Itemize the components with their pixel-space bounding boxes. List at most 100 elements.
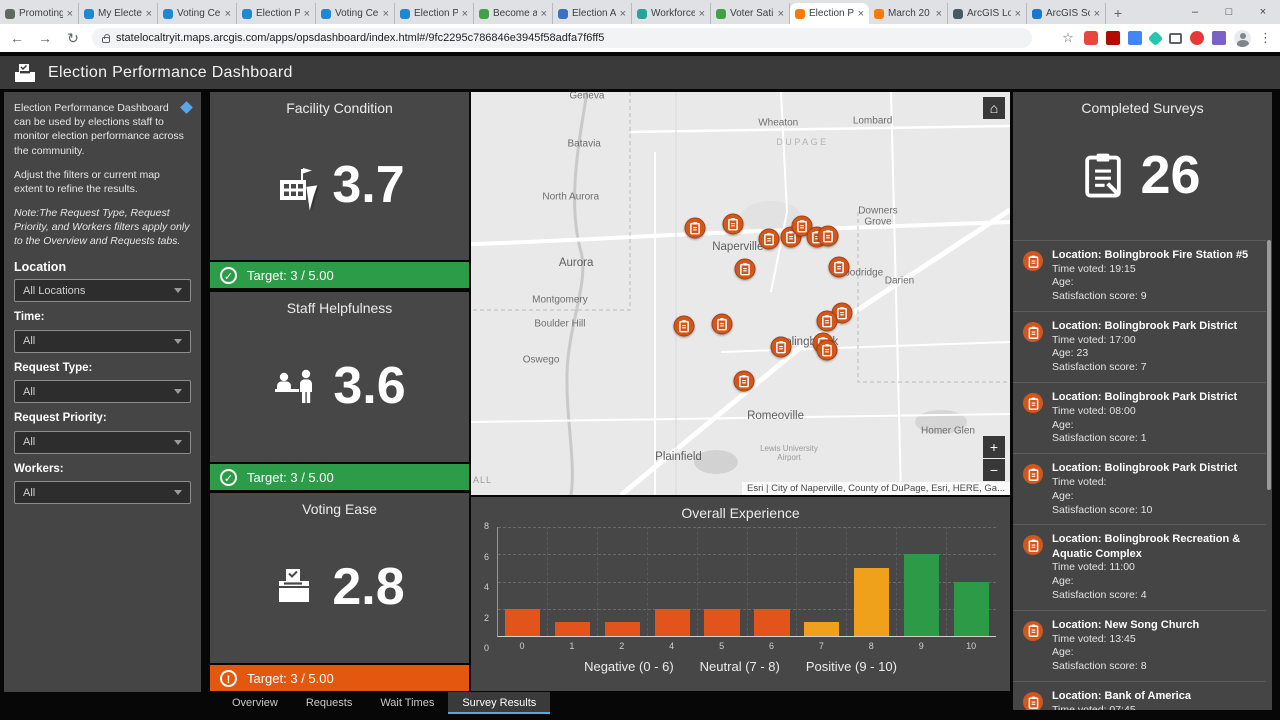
browser-tab-active[interactable]: Election P × xyxy=(790,3,869,24)
tab-close-icon[interactable]: × xyxy=(383,8,389,20)
request-type-filter-dropdown[interactable]: All xyxy=(14,380,191,404)
browser-tab[interactable]: Election P × xyxy=(237,3,316,24)
request-priority-filter-dropdown[interactable]: All xyxy=(14,430,191,454)
browser-tab[interactable]: Voting Ce × xyxy=(316,3,395,24)
list-item[interactable]: Location: Bank of America Time voted: 07:… xyxy=(1013,681,1266,710)
tab-requests[interactable]: Requests xyxy=(292,692,366,714)
bar-10[interactable] xyxy=(954,581,990,636)
chart-legend: Negative (0 - 6) Neutral (7 - 8) Positiv… xyxy=(471,659,1010,674)
survey-marker-icon[interactable] xyxy=(733,370,755,392)
bar-0[interactable] xyxy=(504,608,541,636)
bookmark-star-icon[interactable]: ☆ xyxy=(1060,31,1076,45)
home-button[interactable]: ⌂ xyxy=(983,97,1005,119)
survey-marker-icon[interactable] xyxy=(734,258,756,280)
tab-survey-results[interactable]: Survey Results xyxy=(448,692,551,714)
browser-tab[interactable]: Voter Sati × xyxy=(711,3,790,24)
survey-location: Location: Bolingbrook Park District xyxy=(1052,462,1238,475)
survey-marker-icon[interactable] xyxy=(711,313,733,335)
browser-tab[interactable]: Election P × xyxy=(395,3,474,24)
tab-overview[interactable]: Overview xyxy=(218,692,292,714)
tab-close-icon[interactable]: × xyxy=(699,8,705,20)
survey-time: Time voted: 08:00 xyxy=(1052,404,1136,417)
new-tab-button[interactable]: + xyxy=(1106,3,1130,24)
browser-tab[interactable]: Workforce × xyxy=(632,3,711,24)
list-item[interactable]: Location: Bolingbrook Park District Time … xyxy=(1013,453,1266,524)
tab-close-icon[interactable]: × xyxy=(225,8,231,20)
color-picker-extension-icon[interactable] xyxy=(1128,31,1142,45)
browser-tab[interactable]: My Electe × xyxy=(79,3,158,24)
browser-tab[interactable]: Election A × xyxy=(553,3,632,24)
scrollbar-thumb[interactable] xyxy=(1267,240,1271,490)
screen-capture-extension-icon[interactable] xyxy=(1169,32,1182,44)
diamond-extension-icon[interactable] xyxy=(1147,30,1164,46)
address-bar[interactable]: statelocaltryit.maps.arcgis.com/apps/ops… xyxy=(92,28,1032,48)
browser-tab[interactable]: ArcGIS Lo × xyxy=(948,3,1027,24)
profile-avatar-icon[interactable] xyxy=(1234,29,1251,47)
list-item[interactable]: Location: Bolingbrook Park District Time … xyxy=(1013,382,1266,453)
back-icon[interactable]: ← xyxy=(8,30,26,46)
survey-marker-icon[interactable] xyxy=(673,315,695,337)
x-tick: 0 xyxy=(519,641,525,651)
bar-row xyxy=(498,527,996,636)
close-button[interactable]: × xyxy=(1246,0,1280,24)
tab-wait-times[interactable]: Wait Times xyxy=(366,692,448,714)
bar-1[interactable] xyxy=(554,622,590,636)
zoom-in-button[interactable]: + xyxy=(983,436,1005,458)
survey-list[interactable]: Location: Bolingbrook Fire Station #5 Tim… xyxy=(1013,240,1266,710)
survey-marker-icon[interactable] xyxy=(817,225,839,247)
browser-tab[interactable]: Promoting × xyxy=(0,3,79,24)
tab-close-icon[interactable]: × xyxy=(541,8,547,20)
forward-icon[interactable]: → xyxy=(36,30,54,46)
bar-8[interactable] xyxy=(854,567,890,636)
list-item[interactable]: Location: Bolingbrook Recreation & Aquat… xyxy=(1013,524,1266,610)
browser-tab[interactable]: Become a × xyxy=(474,3,553,24)
survey-marker-icon[interactable] xyxy=(684,217,706,239)
bar-6[interactable] xyxy=(754,608,790,636)
list-item[interactable]: Location: Bolingbrook Park District Time … xyxy=(1013,311,1266,382)
tab-close-icon[interactable]: × xyxy=(778,8,784,20)
tab-close-icon[interactable]: × xyxy=(936,8,942,20)
bar-5[interactable] xyxy=(704,608,740,636)
bar-4[interactable] xyxy=(654,608,690,636)
map-panel[interactable]: Geneva Batavia North Aurora Aurora Montgomer… xyxy=(471,92,1010,495)
map-label: Boulder Hill xyxy=(534,318,586,330)
browser-menu-icon[interactable]: ⋮ xyxy=(1259,30,1272,46)
browser-tab[interactable]: March 20 × xyxy=(869,3,948,24)
survey-marker-icon[interactable] xyxy=(770,336,792,358)
tab-close-icon[interactable]: × xyxy=(146,8,152,20)
tab-close-icon[interactable]: × xyxy=(1094,8,1100,20)
workers-filter-dropdown[interactable]: All xyxy=(14,481,191,505)
list-item[interactable]: Location: New Song Church Time voted: 13:… xyxy=(1013,609,1266,681)
browser-tab[interactable]: Voting Ce × xyxy=(158,3,237,24)
survey-marker-icon[interactable] xyxy=(758,228,780,250)
tab-close-icon[interactable]: × xyxy=(858,8,864,20)
y-tick: 6 xyxy=(483,551,489,562)
minimize-button[interactable]: – xyxy=(1178,0,1212,24)
list-item[interactable]: Location: Bolingbrook Fire Station #5 Tim… xyxy=(1013,240,1266,311)
opera-extension-icon[interactable] xyxy=(1190,31,1204,45)
reload-icon[interactable]: ↻ xyxy=(64,30,82,47)
survey-marker-icon[interactable] xyxy=(816,339,838,361)
location-filter-dropdown[interactable]: All Locations xyxy=(14,279,191,303)
tab-close-icon[interactable]: × xyxy=(462,8,468,20)
tab-close-icon[interactable]: × xyxy=(1015,8,1021,20)
tab-close-icon[interactable]: × xyxy=(620,8,626,20)
bar-9[interactable] xyxy=(904,554,940,636)
bar-2[interactable] xyxy=(604,622,640,636)
tab-favicon-icon xyxy=(953,8,963,19)
browser-tab[interactable]: ArcGIS So × xyxy=(1027,3,1106,24)
tag-manager-extension-icon[interactable] xyxy=(1084,31,1098,45)
maximize-button[interactable]: □ xyxy=(1212,0,1246,24)
survey-marker-icon[interactable] xyxy=(828,256,850,278)
stats-extension-icon[interactable] xyxy=(1212,31,1226,45)
bar-7[interactable] xyxy=(804,622,840,636)
tab-close-icon[interactable]: × xyxy=(67,8,73,20)
survey-marker-icon xyxy=(1023,620,1043,641)
zoom-out-button[interactable]: − xyxy=(983,459,1005,481)
acrobat-extension-icon[interactable] xyxy=(1106,31,1120,45)
survey-marker-icon[interactable] xyxy=(722,213,744,235)
tab-close-icon[interactable]: × xyxy=(304,8,310,20)
survey-marker-icon[interactable] xyxy=(816,310,838,332)
survey-count: 26 xyxy=(1140,145,1201,205)
time-filter-dropdown[interactable]: All xyxy=(14,329,191,353)
